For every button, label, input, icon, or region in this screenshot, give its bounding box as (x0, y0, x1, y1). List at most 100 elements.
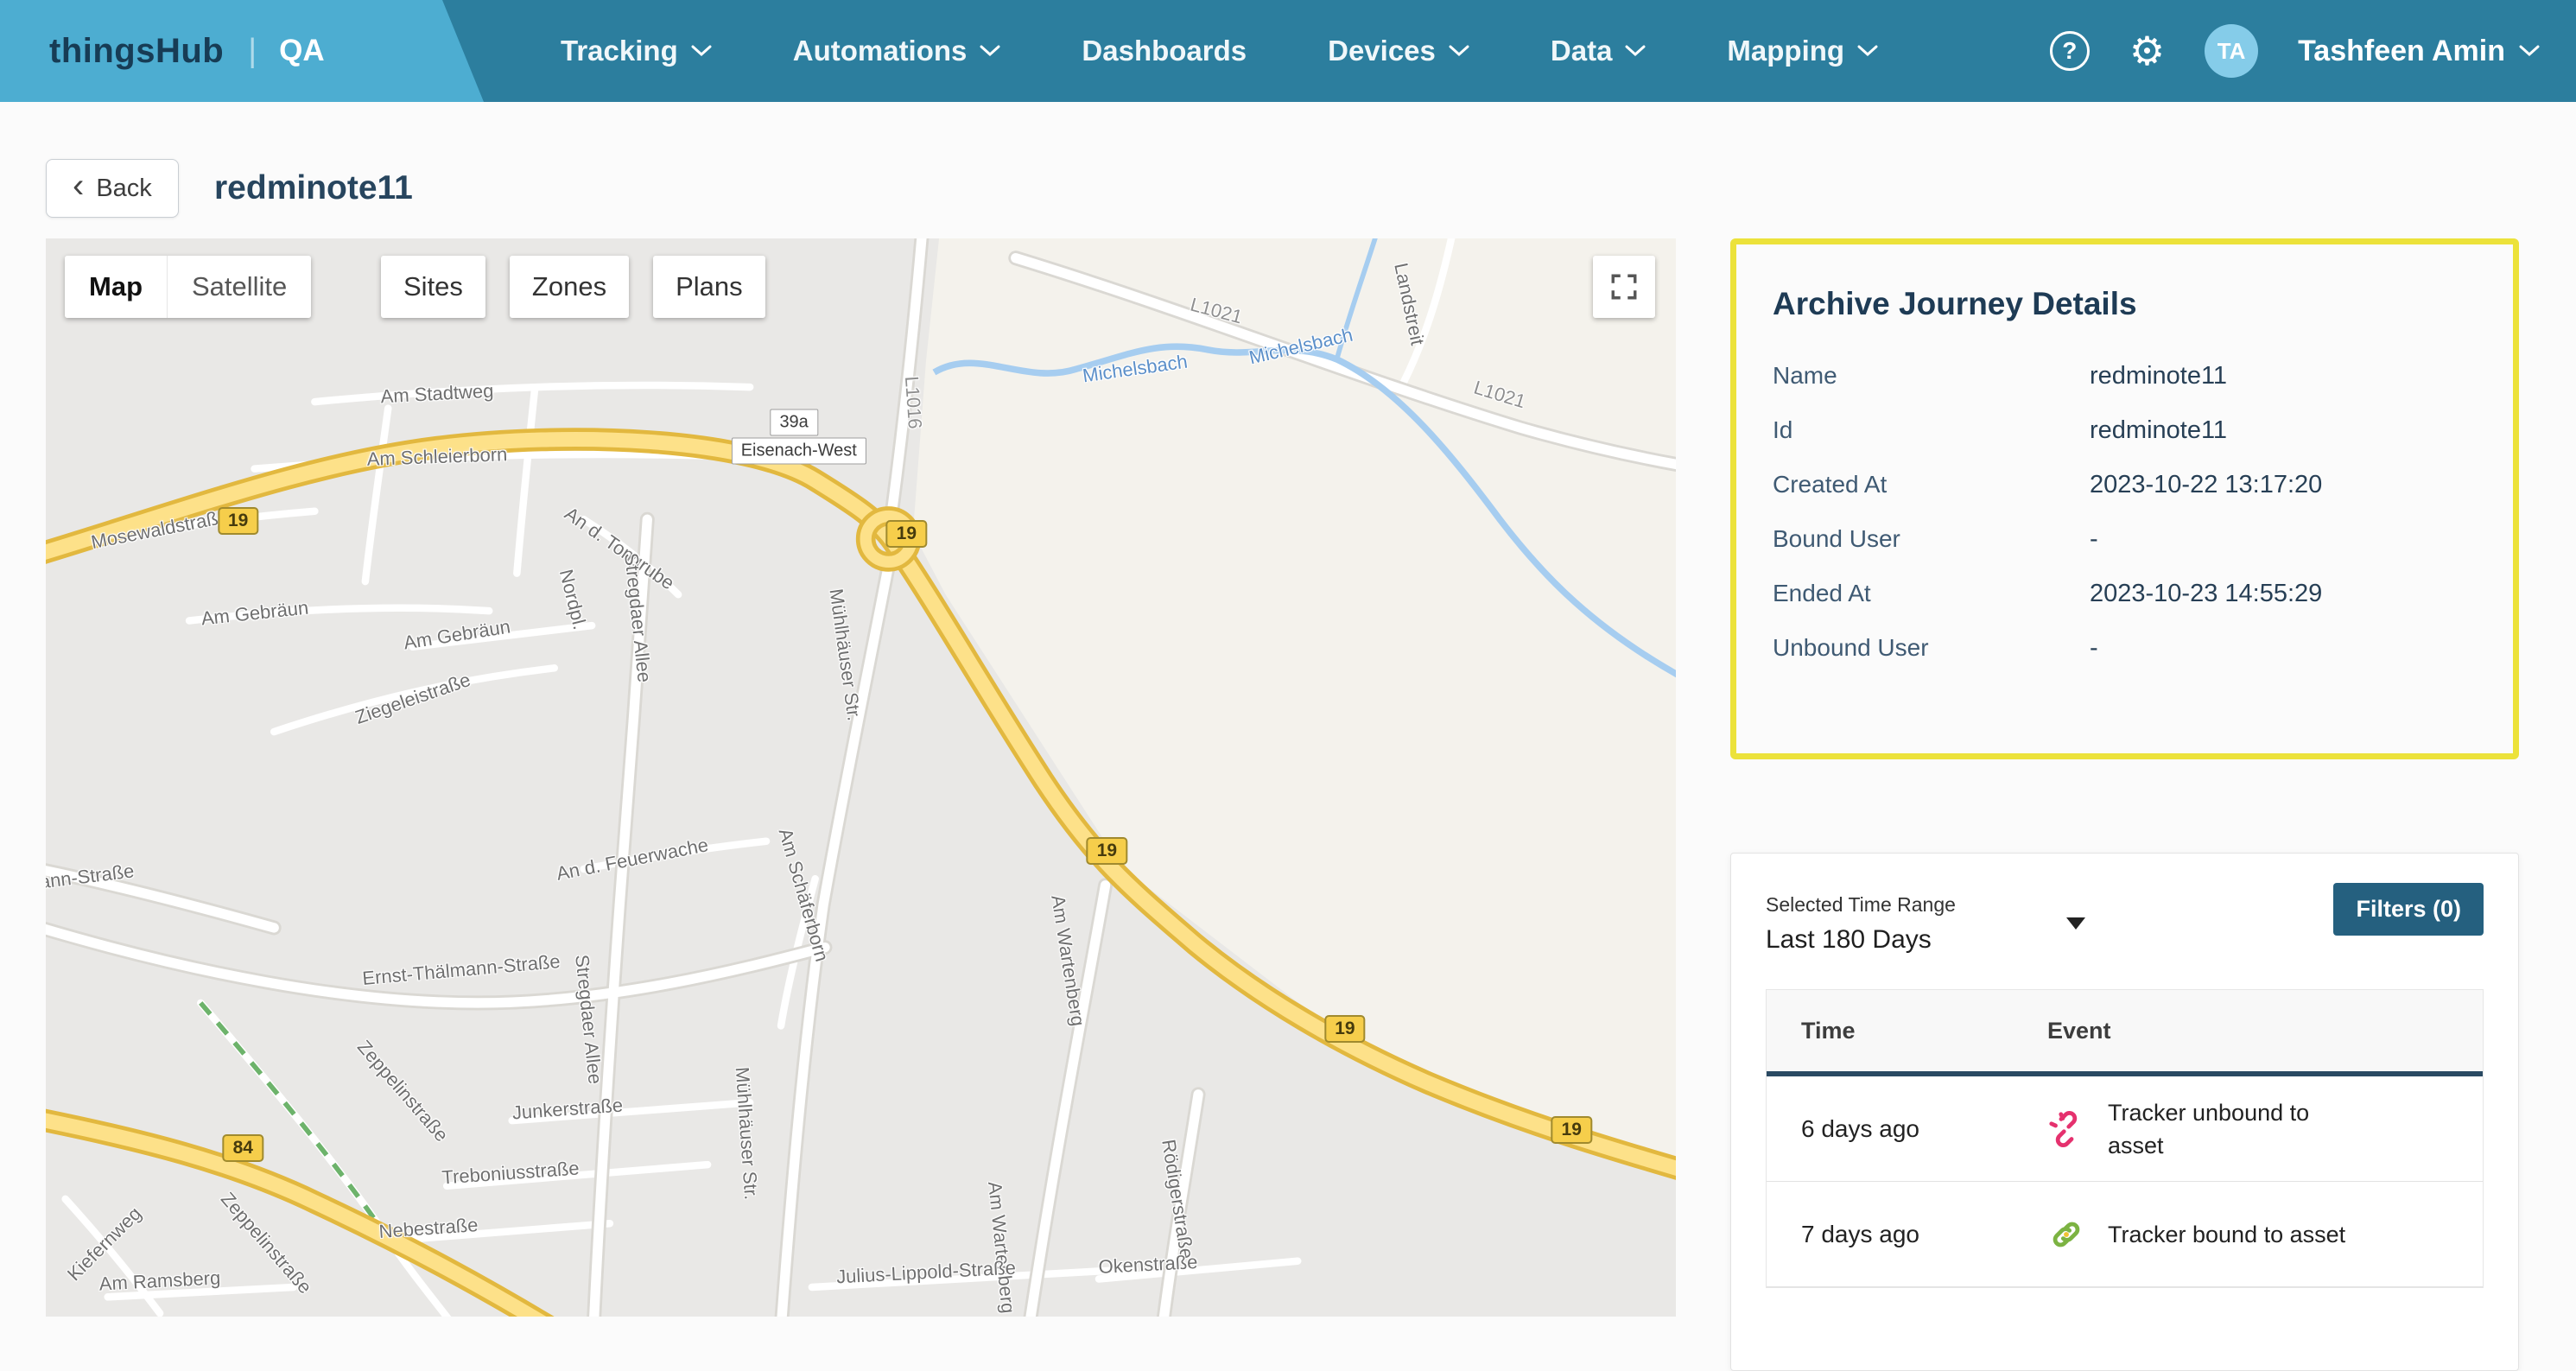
street-label: Mosewaldstraße (89, 505, 230, 554)
street-label: Nordpl. (554, 568, 590, 632)
street-label: Nebestraße (378, 1214, 479, 1243)
user-name: Tashfeen Amin (2298, 35, 2505, 68)
nav-item-dashboards[interactable]: Dashboards (1041, 0, 1287, 102)
detail-label: Bound User (1773, 525, 2090, 554)
sites-button[interactable]: Sites (381, 256, 485, 318)
filters-button[interactable]: Filters (0) (2333, 883, 2484, 936)
detail-label: Name (1773, 362, 2090, 390)
street-label: Am Schäferborn (774, 826, 834, 964)
nav-item-mapping[interactable]: Mapping (1686, 0, 1919, 102)
water-label: Michelsbach (1081, 351, 1189, 388)
range-row: Selected Time Range Last 180 Days Filter… (1766, 883, 2484, 955)
back-button-label: Back (96, 175, 151, 203)
zones-button[interactable]: Zones (510, 256, 629, 318)
map-box-label: Eisenach-West (732, 437, 866, 464)
chevron-down-icon (1857, 45, 1878, 57)
plans-button[interactable]: Plans (653, 256, 765, 318)
street-label: Julius-Lippold-Straße (835, 1256, 1016, 1288)
nav-item-label: Dashboards (1082, 35, 1247, 67)
column-header-time: Time (1801, 1018, 2047, 1044)
street-label: Zeppelinstraße (216, 1188, 316, 1298)
help-icon[interactable]: ? (2050, 31, 2090, 71)
event-time: 7 days ago (1801, 1221, 2047, 1248)
detail-value: - (2090, 525, 2477, 554)
app-logo[interactable]: thingsHub (49, 32, 224, 71)
details-title: Archive Journey Details (1773, 286, 2477, 322)
user-menu[interactable]: Tashfeen Amin (2298, 35, 2540, 68)
nav-item-tracking[interactable]: Tracking (520, 0, 752, 102)
street-label: Mühlhäuser Str. (824, 587, 865, 722)
brand-block[interactable]: thingsHub | QA (0, 0, 484, 102)
nav-item-label: Tracking (561, 35, 678, 67)
street-label: L1016 (900, 375, 926, 429)
map-box-label: 39a (770, 409, 817, 436)
nav-item-data[interactable]: Data (1510, 0, 1687, 102)
street-label: Am Ramsberg (98, 1266, 221, 1295)
events-table-header: Time Event (1767, 990, 2483, 1076)
chevron-down-icon (2519, 45, 2540, 57)
fullscreen-button[interactable] (1593, 256, 1655, 318)
detail-label: Created At (1773, 471, 2090, 499)
event-description: Tracker bound to asset (2108, 1218, 2367, 1251)
map-labels-layer: Am Stadtweg Am Schleierborn Mosewaldstraße… (46, 238, 1676, 1317)
street-label: Am Wartenberg (983, 1181, 1019, 1315)
street-label: L1021 (1188, 293, 1245, 328)
top-navbar: thingsHub | QA Tracking Automations Dash… (0, 0, 2576, 102)
street-label: Stregdaer Allee (571, 953, 607, 1084)
detail-value: redminote11 (2090, 362, 2477, 390)
gear-icon[interactable]: ⚙ (2129, 31, 2165, 71)
nav-item-automations[interactable]: Automations (752, 0, 1042, 102)
nav-item-label: Data (1551, 35, 1613, 67)
route-shield: 19 (1324, 1015, 1365, 1043)
route-shield: 19 (1087, 837, 1127, 865)
brand-divider: | (248, 33, 257, 70)
environment-label: QA (279, 34, 325, 68)
map-layer-buttons: Sites Zones Plans (381, 256, 765, 318)
detail-label: Unbound User (1773, 634, 2090, 663)
detail-value: - (2090, 634, 2477, 663)
map-canvas[interactable]: Am Stadtweg Am Schleierborn Mosewaldstraße… (46, 238, 1676, 1317)
street-label: Am Schleierborn (366, 444, 507, 472)
detail-row: Created At 2023-10-22 13:17:20 (1773, 471, 2477, 499)
detail-label: Ended At (1773, 580, 2090, 608)
avatar[interactable]: TA (2205, 24, 2258, 78)
street-label: Am Stadtweg (380, 379, 494, 408)
unlink-icon (2047, 1110, 2085, 1148)
event-time: 6 days ago (1801, 1115, 2047, 1143)
map-view-button[interactable]: Map (65, 256, 167, 318)
chevron-down-icon (1449, 45, 1469, 57)
main-nav: Tracking Automations Dashboards Devices … (520, 0, 1919, 102)
column-header-event: Event (2047, 1018, 2483, 1044)
street-label: Landstreit (1389, 261, 1429, 347)
chevron-down-icon (691, 45, 712, 57)
chevron-down-icon (980, 45, 1000, 57)
back-button[interactable]: ‹ Back (46, 159, 179, 218)
caret-down-icon[interactable] (2066, 917, 2085, 930)
nav-item-label: Devices (1328, 35, 1436, 67)
detail-row: Bound User - (1773, 525, 2477, 554)
fullscreen-icon (1609, 272, 1639, 301)
archive-journey-details-panel: Archive Journey Details Name redminote11… (1730, 238, 2519, 759)
street-label: Mühlhäuser Str. (731, 1066, 763, 1201)
page-title: redminote11 (214, 169, 413, 207)
street-label: Am Gebräun (402, 616, 511, 655)
street-label: Rödigerstraße (1157, 1138, 1197, 1260)
street-label: Junkerstraße (511, 1095, 624, 1125)
event-row[interactable]: 6 days ago Tracker unbound to asset (1767, 1076, 2483, 1182)
water-label: Michelsbach (1247, 323, 1355, 369)
event-row[interactable]: 7 days ago Tracker bound to asset (1767, 1182, 2483, 1287)
route-shield: 19 (218, 507, 258, 535)
street-label: L1021 (1471, 377, 1528, 414)
chevron-down-icon (1625, 45, 1646, 57)
satellite-view-button[interactable]: Satellite (167, 256, 311, 318)
street-label: An d. Feuerwache (555, 834, 710, 885)
navbar-right: ? ⚙ TA Tashfeen Amin (2050, 24, 2576, 78)
time-range-select[interactable]: Selected Time Range Last 180 Days (1766, 883, 1956, 955)
street-label: Ziegeleistraße (352, 669, 473, 729)
street-label: Zeppelinstraße (352, 1036, 453, 1146)
detail-value: 2023-10-23 14:55:29 (2090, 580, 2477, 608)
route-shield: 19 (886, 520, 927, 548)
nav-item-devices[interactable]: Devices (1287, 0, 1510, 102)
time-range-label: Selected Time Range (1766, 893, 1956, 917)
detail-row: Unbound User - (1773, 634, 2477, 663)
